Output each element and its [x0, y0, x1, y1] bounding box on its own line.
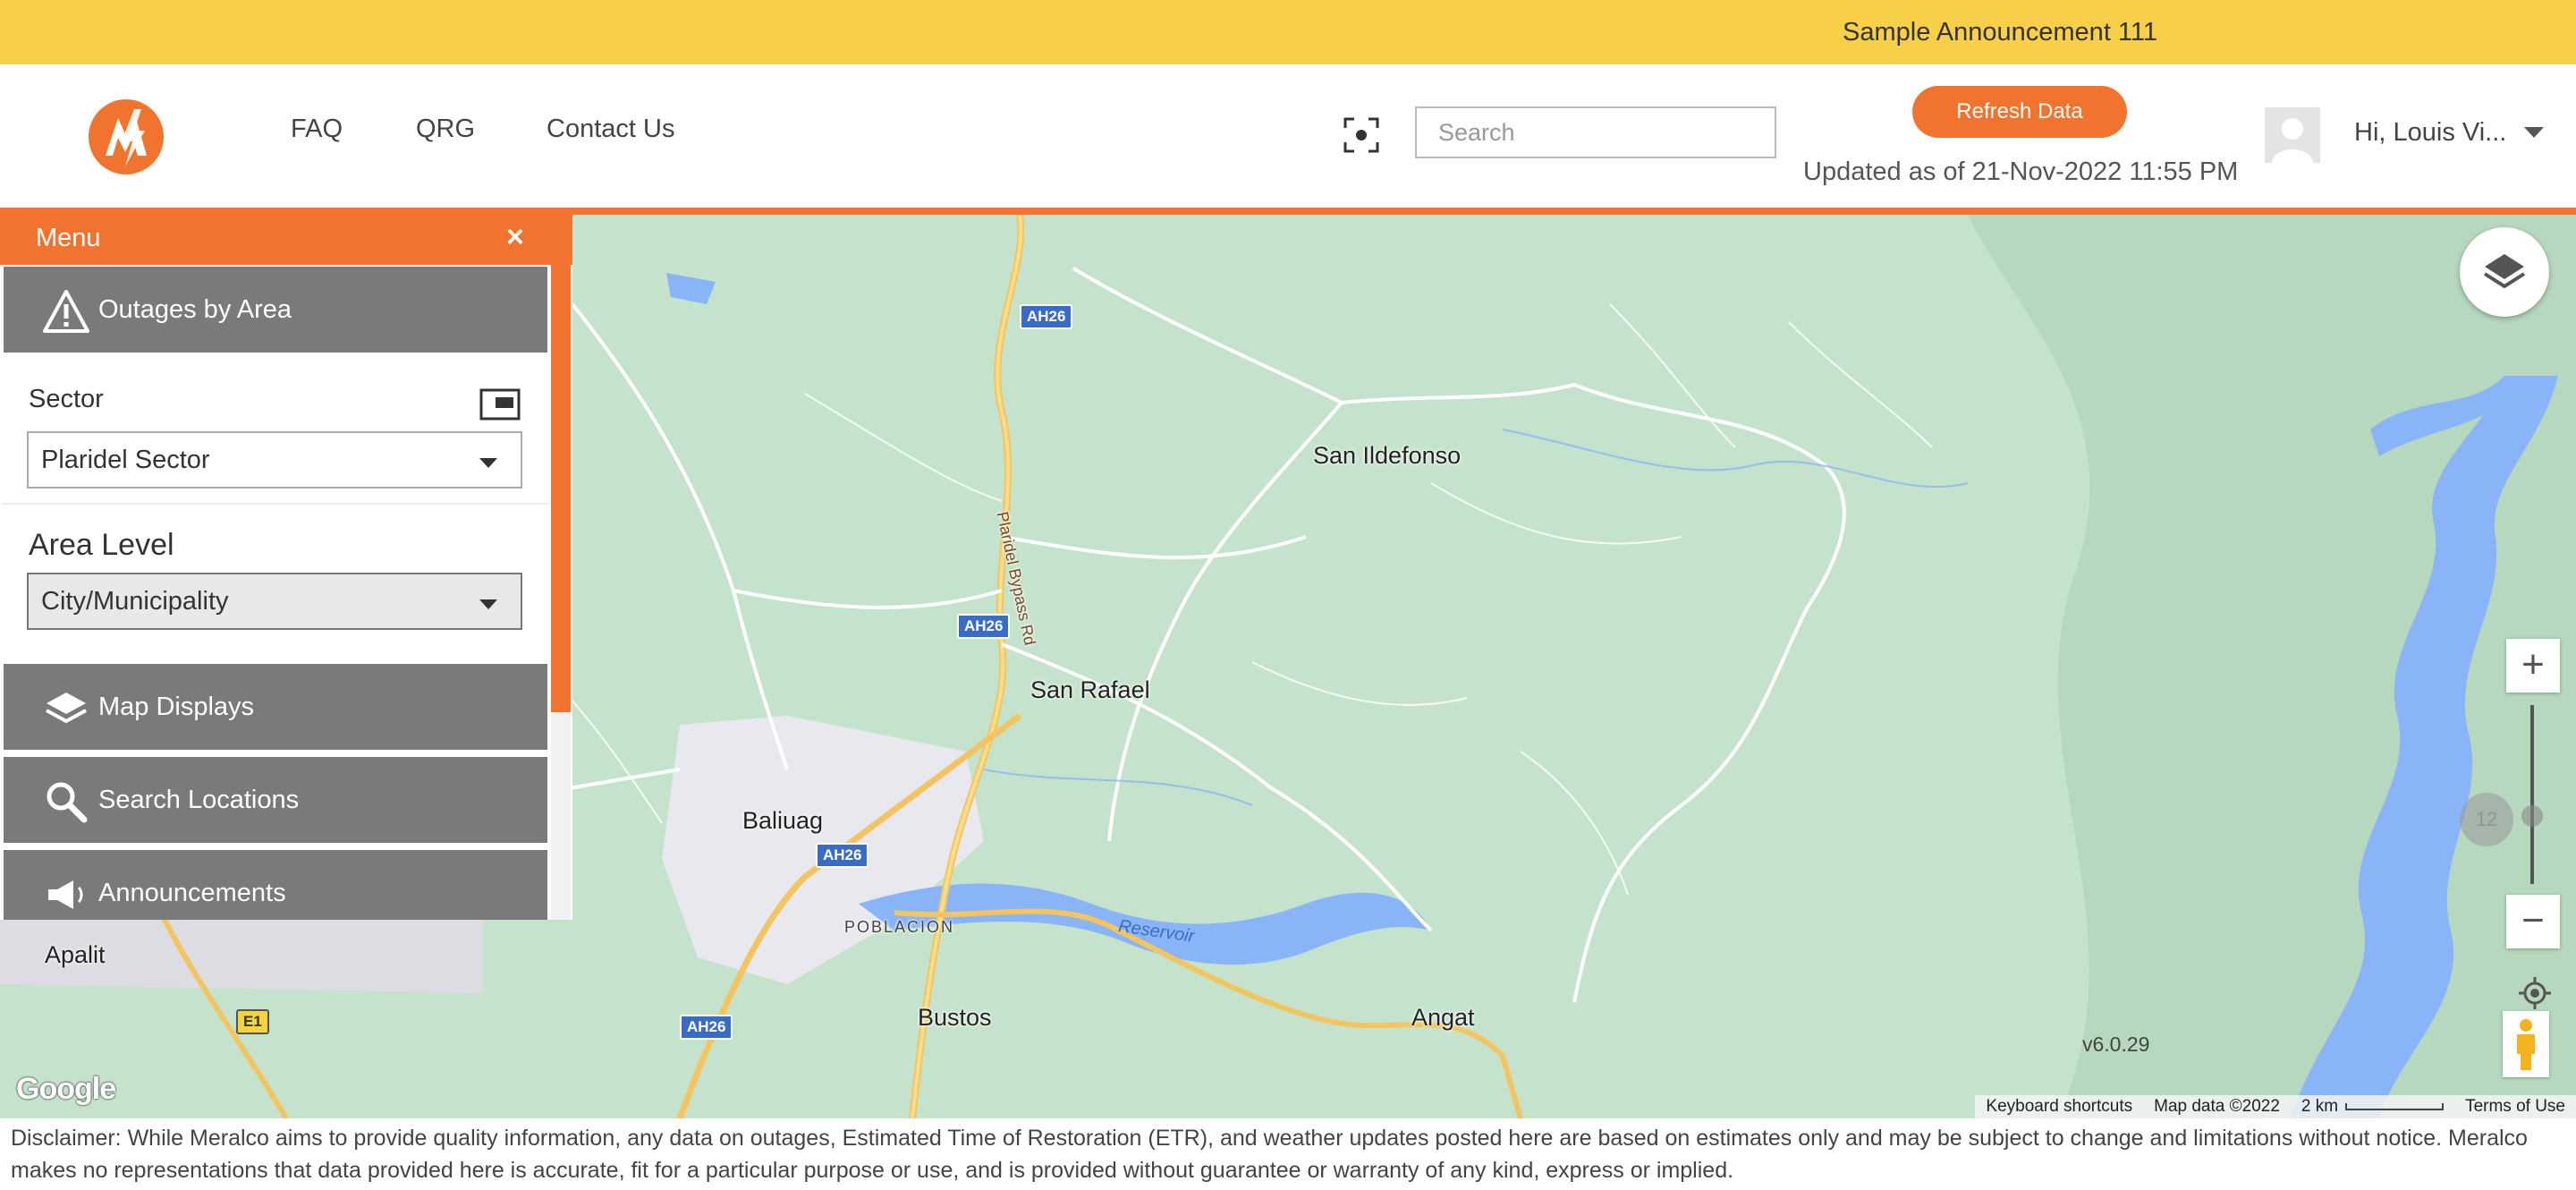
layers-icon: [46, 693, 87, 724]
keyboard-shortcuts-link[interactable]: Keyboard shortcuts: [1975, 1097, 2143, 1117]
terms-link[interactable]: Terms of Use: [2454, 1097, 2576, 1117]
map-layers-button[interactable]: [2460, 227, 2549, 317]
accordion-label: Outages by Area: [98, 295, 292, 324]
accordion-label: Map Displays: [98, 693, 255, 721]
chevron-down-icon: [479, 599, 497, 609]
place-bustos: Bustos: [918, 1004, 992, 1031]
avatar[interactable]: [2265, 107, 2320, 163]
accordion-search-locations[interactable]: Search Locations: [2, 755, 549, 845]
layers-icon: [2483, 254, 2526, 289]
scale-indicator[interactable]: 2 km: [2291, 1097, 2454, 1117]
place-san-ildefonso: San Ildefonso: [1313, 442, 1462, 469]
place-angat: Angat: [1411, 1004, 1475, 1031]
close-icon[interactable]: ×: [506, 220, 524, 255]
menu-scrollbar-thumb[interactable]: [551, 265, 571, 712]
scale-bar: [2345, 1102, 2445, 1110]
road-shield-ah26: AH26: [1020, 304, 1073, 329]
area-level-select[interactable]: City/Municipality: [27, 573, 522, 630]
sector-label: Sector: [29, 385, 104, 413]
warning-icon: [43, 290, 89, 333]
search-icon: [47, 782, 88, 823]
my-location-icon[interactable]: [2517, 975, 2553, 1011]
updated-timestamp: Updated as of 21-Nov-2022 11:55 PM: [1803, 157, 2239, 186]
zoom-slider-track[interactable]: [2530, 705, 2534, 884]
divider: [2, 503, 549, 505]
accordion-label: Announcements: [98, 879, 286, 907]
search-input[interactable]: [1415, 106, 1776, 158]
accordion-label: Search Locations: [98, 786, 300, 814]
map-data-credit[interactable]: Map data ©2022: [2143, 1097, 2291, 1117]
road-shield-e1: E1: [236, 1009, 269, 1034]
side-menu: Menu × Outages by Area Sector Plaridel S…: [0, 211, 572, 920]
zoom-out-button[interactable]: −: [2506, 895, 2560, 948]
announcement-text: Sample Announcement 111: [1843, 18, 2158, 47]
fullscreen-focus-icon[interactable]: [1342, 115, 1381, 155]
chevron-down-icon[interactable]: [2524, 127, 2544, 138]
meralco-logo-icon[interactable]: [86, 97, 166, 177]
zoom-level-badge: 12: [2460, 793, 2513, 846]
road-shield-ah26: AH26: [816, 843, 869, 868]
menu-content: Outages by Area Sector Plaridel Sector A…: [0, 265, 572, 920]
place-baliuag: Baliuag: [742, 807, 824, 834]
zoom-slider-handle[interactable]: [2521, 805, 2543, 827]
google-logo[interactable]: Google: [16, 1072, 116, 1107]
disclaimer-text: Disclaimer: While Meralco aims to provid…: [11, 1126, 2528, 1183]
sector-select[interactable]: Plaridel Sector: [27, 431, 522, 489]
area-level-label: Area Level: [29, 528, 174, 562]
zoom-in-button[interactable]: +: [2506, 639, 2560, 693]
megaphone-icon: [48, 880, 83, 909]
road-shield-ah26: AH26: [680, 1015, 733, 1040]
panel-toggle-icon[interactable]: [479, 388, 521, 421]
menu-title: Menu: [36, 224, 101, 252]
nav-faq[interactable]: FAQ: [291, 115, 343, 144]
user-silhouette-icon: [2265, 107, 2320, 163]
refresh-data-button[interactable]: Refresh Data: [1912, 86, 2127, 138]
chevron-down-icon: [479, 458, 497, 468]
user-greeting[interactable]: Hi, Louis Vi...: [2354, 118, 2506, 148]
road-shield-ah26: AH26: [957, 614, 1011, 639]
header: FAQ QRG Contact Us Refresh Data Updated …: [0, 64, 2576, 208]
map-attribution-bar: Keyboard shortcuts Map data ©2022 2 km T…: [1975, 1095, 2576, 1118]
place-apalit: Apalit: [45, 941, 106, 968]
accordion-outages-by-area[interactable]: Outages by Area: [2, 265, 549, 354]
app-version: v6.0.29: [2082, 1033, 2150, 1056]
scale-label: 2 km: [2301, 1097, 2339, 1116]
announcement-bar: Sample Announcement 111: [0, 0, 2576, 64]
outages-filter-panel: Sector Plaridel Sector Area Level City/M…: [2, 354, 549, 662]
street-view-pegman-icon[interactable]: [2503, 1011, 2549, 1077]
nav-qrg[interactable]: QRG: [416, 115, 475, 144]
accordion-map-displays[interactable]: Map Displays: [2, 662, 549, 752]
accordion-announcements[interactable]: Announcements: [2, 848, 549, 920]
menu-header: Menu ×: [0, 211, 572, 265]
nav-contact-us[interactable]: Contact Us: [547, 115, 674, 144]
sector-select-value: Plaridel Sector: [41, 446, 210, 474]
place-poblacion: POBLACION: [844, 918, 955, 936]
place-san-rafael: San Rafael: [1030, 676, 1150, 703]
area-level-select-value: City/Municipality: [41, 587, 229, 616]
